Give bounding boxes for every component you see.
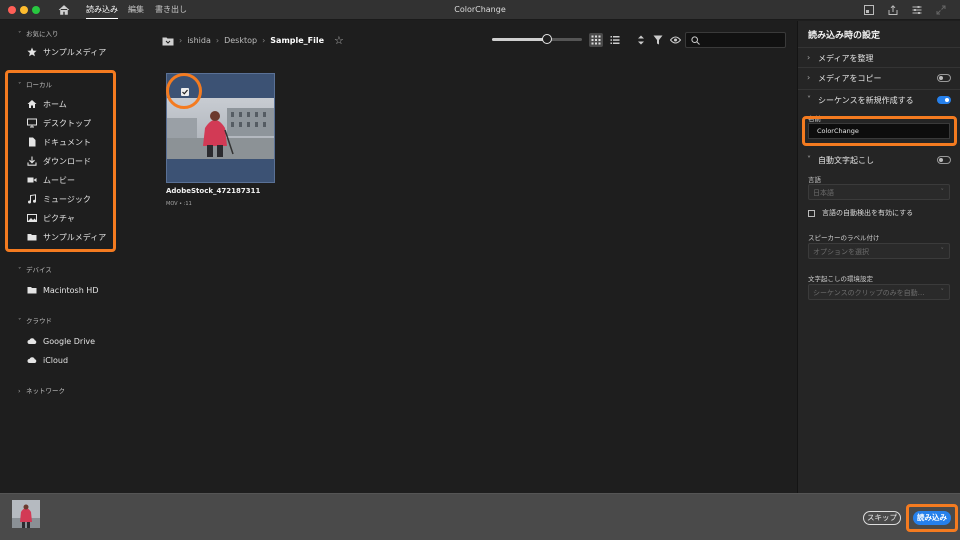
new-sequence-toggle[interactable] <box>937 96 951 104</box>
copy-media-row[interactable]: › メディアをコピー <box>798 67 960 87</box>
auto-detect-language-option[interactable]: 言語の自動検出を有効にする <box>808 208 913 218</box>
list-view-button[interactable] <box>608 33 622 47</box>
visibility-button[interactable] <box>668 33 682 47</box>
chevron-down-icon: ˅ <box>940 247 945 255</box>
sidebar: ˅ お気に入り サンプルメディア ˅ ローカル ホーム デスクトップ ドキュメント … <box>0 21 132 493</box>
skip-button[interactable]: スキップ <box>863 511 901 525</box>
selected-media-tray-thumbnail[interactable] <box>12 500 40 528</box>
breadcrumb-ishida[interactable]: ishida <box>187 36 211 45</box>
thumbnail-size-slider-handle[interactable] <box>542 34 552 44</box>
drive-icon[interactable] <box>162 36 174 46</box>
star-icon <box>27 47 37 57</box>
chevron-down-icon: ˅ <box>807 155 811 164</box>
chevron-right-icon: › <box>18 387 21 395</box>
thumbnail-size-slider-fill <box>492 38 546 41</box>
organize-media-row[interactable]: › メディアを整理 <box>798 47 960 67</box>
grid-icon <box>591 35 601 45</box>
chevron-down-icon: ˅ <box>18 317 22 325</box>
search-icon <box>691 36 700 45</box>
sort-button[interactable] <box>634 33 648 47</box>
chevron-right-icon: › <box>807 73 811 82</box>
section-favorites[interactable]: ˅ お気に入り <box>18 28 59 38</box>
chevron-down-icon: ˅ <box>940 188 945 196</box>
breadcrumb: › ishida › Desktop › Sample_File ☆ <box>162 34 344 47</box>
cloud-icon <box>27 336 37 346</box>
grid-view-button[interactable] <box>589 33 603 47</box>
breadcrumb-sample-file: Sample_File <box>270 36 325 45</box>
language-select[interactable]: 日本語 ˅ <box>808 184 950 200</box>
section-cloud[interactable]: ˅ クラウド <box>18 315 52 325</box>
window-title: ColorChange <box>454 5 506 14</box>
auto-detect-checkbox[interactable] <box>808 209 815 217</box>
workspace-settings-icon[interactable] <box>912 5 922 15</box>
section-devices[interactable]: ˅ デバイス <box>18 264 52 274</box>
chevron-down-icon: ˅ <box>18 266 22 274</box>
breadcrumb-separator: › <box>262 36 266 45</box>
share-icon[interactable] <box>888 5 898 15</box>
sidebar-item-google-drive[interactable]: Google Drive <box>27 334 95 348</box>
name-field-highlight <box>802 116 957 146</box>
language-label: 言語 <box>808 176 821 184</box>
new-sequence-row[interactable]: ˅ シーケンスを新規作成する <box>798 89 960 109</box>
title-bar: 読み込み 編集 書き出し ColorChange <box>0 0 960 20</box>
transcription-settings-label: 文字起こしの環境設定 <box>808 275 873 283</box>
auto-caption-row[interactable]: ˅ 自動文字起こし <box>798 150 960 170</box>
import-button-highlight <box>906 504 958 532</box>
chevron-right-icon: › <box>807 53 811 62</box>
eye-icon <box>669 36 681 44</box>
media-file-meta: MOV • :11 <box>166 201 192 207</box>
filter-button[interactable] <box>651 33 665 47</box>
chevron-down-icon: ˅ <box>940 288 945 296</box>
breadcrumb-separator: › <box>179 36 183 45</box>
expand-icon[interactable] <box>936 5 946 15</box>
fullscreen-video-icon[interactable] <box>864 5 874 15</box>
speaker-select[interactable]: オプションを選択 ˅ <box>808 243 950 259</box>
star-outline-icon[interactable]: ☆ <box>334 34 344 47</box>
chevron-down-icon: ˅ <box>18 30 22 38</box>
section-network[interactable]: › ネットワーク <box>18 385 65 395</box>
sidebar-item-sample-media-favorite[interactable]: サンプルメディア <box>27 45 106 59</box>
copy-media-toggle[interactable] <box>937 74 951 82</box>
media-file-name: AdobeStock_472187311 <box>166 187 261 195</box>
filter-icon <box>653 35 663 45</box>
folder-icon <box>27 285 37 295</box>
breadcrumb-separator: › <box>215 36 220 45</box>
panel-title: 読み込み時の設定 <box>808 31 881 41</box>
media-browser: › ishida › Desktop › Sample_File ☆ Adobe… <box>132 21 797 493</box>
sort-icon <box>638 35 644 45</box>
search-input[interactable] <box>685 32 786 48</box>
import-settings-panel: 読み込み時の設定 › メディアを整理 › メディアをコピー ˅ シーケンスを新規… <box>797 21 960 493</box>
transcription-settings-select[interactable]: シーケンスのクリップのみを自動… ˅ <box>808 284 950 300</box>
breadcrumb-desktop[interactable]: Desktop <box>224 36 257 45</box>
auto-caption-toggle[interactable] <box>937 156 951 164</box>
footer-bar: スキップ 読み込み <box>0 493 960 540</box>
sidebar-item-icloud[interactable]: iCloud <box>27 353 68 367</box>
sidebar-item-macintosh-hd[interactable]: Macintosh HD <box>27 283 98 297</box>
speaker-label: スピーカーのラベル付け <box>808 234 880 242</box>
local-section-highlight <box>5 70 116 252</box>
list-icon <box>610 36 620 44</box>
checkbox-highlight <box>166 73 202 109</box>
cloud-icon <box>27 355 37 365</box>
chevron-down-icon: ˅ <box>807 95 811 104</box>
